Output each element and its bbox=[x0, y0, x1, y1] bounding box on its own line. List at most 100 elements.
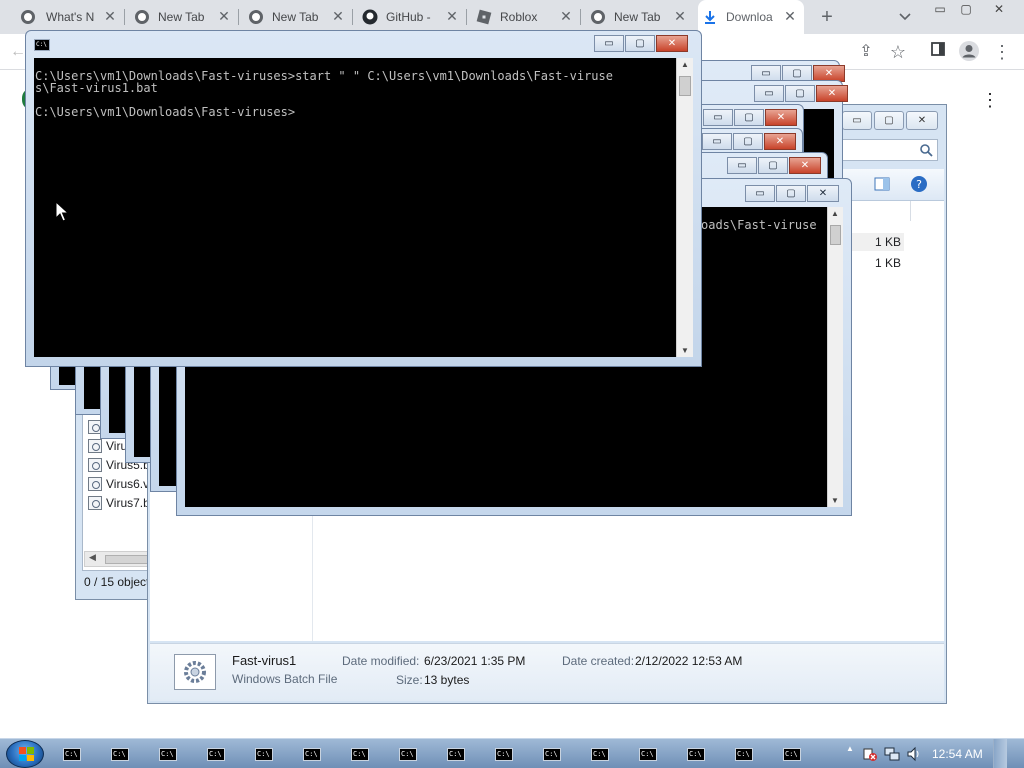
explorer-maximize-button[interactable]: ▢ bbox=[874, 111, 904, 130]
browser-tab-active[interactable]: Downloa ✕ bbox=[698, 0, 804, 34]
tab-close-icon[interactable]: ✕ bbox=[216, 8, 232, 24]
taskbar-console-button[interactable]: C:\ bbox=[674, 743, 718, 765]
taskbar-console-button[interactable]: C:\ bbox=[578, 743, 622, 765]
explorer-minimize-button[interactable]: ▭ bbox=[842, 111, 872, 130]
maximize-button[interactable]: ▢ bbox=[785, 85, 815, 102]
tab-close-icon[interactable]: ✕ bbox=[330, 8, 346, 24]
minimize-button[interactable]: ▭ bbox=[702, 133, 732, 150]
taskbar-console-button[interactable]: C:\ bbox=[98, 743, 142, 765]
show-desktop-button[interactable] bbox=[992, 739, 1007, 768]
windows-flag-icon bbox=[19, 747, 34, 761]
show-hidden-icons-icon[interactable]: ▲ bbox=[846, 743, 854, 765]
tab-close-icon[interactable]: ✕ bbox=[558, 8, 574, 24]
clock[interactable]: 12:54 AM bbox=[932, 747, 983, 761]
scroll-down-icon[interactable]: ▼ bbox=[831, 496, 839, 505]
taskbar-console-button[interactable]: C:\ bbox=[290, 743, 334, 765]
console-icon: C:\ bbox=[34, 39, 50, 51]
taskbar-console-button[interactable]: C:\ bbox=[386, 743, 430, 765]
list-item[interactable]: Virus6.v bbox=[88, 475, 149, 493]
browser-tab[interactable]: What's N ✕ bbox=[16, 0, 124, 34]
console-output-area[interactable]: C:\Users\vm1\Downloads\Fast-viruses>star… bbox=[34, 58, 676, 357]
share-icon[interactable]: ⇪ bbox=[854, 40, 878, 64]
close-button[interactable]: ✕ bbox=[807, 185, 839, 202]
minimize-button[interactable]: ▭ bbox=[727, 157, 757, 174]
scroll-thumb[interactable] bbox=[679, 76, 691, 96]
chrome-icon bbox=[20, 9, 36, 25]
console-icon: C:\ bbox=[447, 747, 465, 761]
browser-tab[interactable]: New Tab ✕ bbox=[130, 0, 238, 34]
chrome-icon bbox=[134, 9, 150, 25]
list-item[interactable]: Viru bbox=[88, 437, 127, 455]
details-size-label: Size: bbox=[396, 673, 423, 687]
console-icon: C:\ bbox=[783, 747, 801, 761]
maximize-button[interactable]: ▢ bbox=[776, 185, 806, 202]
close-button[interactable]: ✕ bbox=[789, 157, 821, 174]
preview-pane-icon[interactable] bbox=[874, 177, 890, 191]
browser-close-button[interactable]: ✕ bbox=[986, 0, 1012, 18]
action-center-alert-icon[interactable] bbox=[862, 746, 878, 762]
details-modified-label: Date modified: bbox=[342, 654, 420, 668]
close-button[interactable]: ✕ bbox=[765, 109, 797, 126]
browser-tab[interactable]: Roblox ✕ bbox=[472, 0, 580, 34]
browser-tab-strip: What's N ✕ New Tab ✕ New Tab ✕ GitHub - … bbox=[0, 0, 1024, 34]
start-button[interactable] bbox=[6, 740, 44, 768]
console-close-button[interactable]: ✕ bbox=[656, 35, 688, 52]
details-created-value: 2/12/2022 12:53 AM bbox=[635, 654, 743, 668]
minimize-button[interactable]: ▭ bbox=[745, 185, 775, 202]
console-scrollbar[interactable]: ▲ ▼ bbox=[827, 207, 843, 507]
horizontal-scrollbar[interactable]: ◀ bbox=[84, 551, 151, 567]
taskbar-console-button[interactable]: C:\ bbox=[770, 743, 814, 765]
taskbar-console-button[interactable]: C:\ bbox=[530, 743, 574, 765]
tab-close-icon[interactable]: ✕ bbox=[672, 8, 688, 24]
scroll-down-icon[interactable]: ▼ bbox=[681, 346, 689, 355]
tab-search-icon[interactable] bbox=[893, 6, 917, 30]
minimize-button[interactable]: ▭ bbox=[754, 85, 784, 102]
taskbar-console-button[interactable]: C:\ bbox=[722, 743, 766, 765]
console-back-output: oads\Fast-viruse bbox=[701, 218, 817, 232]
scroll-up-icon[interactable]: ▲ bbox=[831, 209, 839, 218]
list-item[interactable]: Virus7.b bbox=[88, 494, 150, 512]
minimize-button[interactable]: ▭ bbox=[703, 109, 733, 126]
explorer-close-button[interactable]: ✕ bbox=[906, 111, 938, 130]
browser-minimize-button[interactable]: ▭ bbox=[927, 0, 953, 18]
side-panel-icon[interactable] bbox=[926, 40, 950, 64]
network-icon[interactable] bbox=[884, 746, 900, 762]
page-menu-icon[interactable]: ⋮ bbox=[978, 88, 1002, 112]
maximize-button[interactable]: ▢ bbox=[734, 109, 764, 126]
close-button[interactable]: ✕ bbox=[764, 133, 796, 150]
browser-tab[interactable]: New Tab ✕ bbox=[244, 0, 352, 34]
taskbar-console-button[interactable]: C:\ bbox=[50, 743, 94, 765]
new-tab-button[interactable]: + bbox=[815, 5, 839, 29]
taskbar-console-button[interactable]: C:\ bbox=[434, 743, 478, 765]
tab-close-icon[interactable]: ✕ bbox=[444, 8, 460, 24]
taskbar-console-button[interactable]: C:\ bbox=[338, 743, 382, 765]
scroll-left-icon[interactable]: ◀ bbox=[89, 552, 96, 563]
taskbar-console-button[interactable]: C:\ bbox=[626, 743, 670, 765]
browser-maximize-button[interactable]: ▢ bbox=[953, 0, 979, 18]
maximize-button[interactable]: ▢ bbox=[758, 157, 788, 174]
scroll-up-icon[interactable]: ▲ bbox=[681, 60, 689, 69]
taskbar-console-button[interactable]: C:\ bbox=[194, 743, 238, 765]
close-button[interactable]: ✕ bbox=[816, 85, 848, 102]
taskbar-console-button[interactable]: C:\ bbox=[146, 743, 190, 765]
taskbar-console-button[interactable]: C:\ bbox=[482, 743, 526, 765]
bookmark-star-icon[interactable]: ☆ bbox=[886, 40, 910, 64]
browser-tab[interactable]: New Tab ✕ bbox=[586, 0, 694, 34]
chrome-icon bbox=[248, 9, 264, 25]
console-scrollbar[interactable]: ▲ ▼ bbox=[676, 58, 693, 357]
profile-avatar-icon[interactable] bbox=[957, 40, 981, 64]
taskbar-console-button[interactable]: C:\ bbox=[242, 743, 286, 765]
help-icon[interactable]: ? bbox=[910, 175, 928, 193]
tab-close-icon[interactable]: ✕ bbox=[782, 8, 798, 24]
console-icon: C:\ bbox=[207, 747, 225, 761]
console-minimize-button[interactable]: ▭ bbox=[594, 35, 624, 52]
gear-file-icon bbox=[174, 654, 216, 690]
volume-icon[interactable] bbox=[906, 746, 922, 762]
browser-menu-icon[interactable]: ⋮ bbox=[990, 40, 1014, 64]
tab-close-icon[interactable]: ✕ bbox=[102, 8, 118, 24]
details-size-value: 13 bytes bbox=[424, 673, 470, 687]
maximize-button[interactable]: ▢ bbox=[733, 133, 763, 150]
console-maximize-button[interactable]: ▢ bbox=[625, 35, 655, 52]
browser-tab[interactable]: GitHub - ✕ bbox=[358, 0, 466, 34]
system-tray: ▲ 12:54 AM bbox=[846, 739, 1007, 768]
